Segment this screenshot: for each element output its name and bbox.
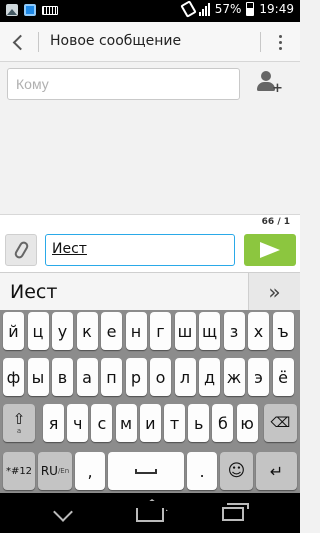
key-letter[interactable]: щ [199, 312, 220, 350]
screen-rotation-icon [179, 0, 197, 18]
navigation-bar [0, 493, 300, 533]
language-label: RU [40, 464, 58, 478]
key-letter[interactable]: у [52, 312, 73, 350]
status-bar: 57% 19:49 [0, 0, 300, 22]
symbols-key[interactable]: *#12 [3, 452, 35, 490]
recipient-input[interactable] [7, 68, 240, 100]
add-contact-icon [261, 71, 271, 81]
key-letter[interactable]: ю [236, 404, 258, 442]
key-letter[interactable]: а [76, 358, 98, 396]
suggestion-word[interactable]: Иест [10, 281, 57, 303]
key-letter[interactable]: ь [188, 404, 210, 442]
key-letter[interactable]: й [3, 312, 24, 350]
back-icon[interactable] [53, 502, 73, 522]
key-letter[interactable]: е [101, 312, 122, 350]
home-icon[interactable] [136, 508, 164, 522]
key-letter[interactable]: к [76, 312, 98, 350]
backspace-icon: ⌫ [270, 415, 291, 431]
signal-icon [198, 2, 210, 16]
key-letter[interactable]: л [174, 358, 196, 396]
key-letter[interactable]: и [139, 404, 161, 442]
gallery-icon [6, 4, 18, 16]
enter-key[interactable]: ↵ [256, 452, 297, 490]
key-letter[interactable]: ф [3, 358, 24, 396]
key-letter[interactable]: э [248, 358, 269, 396]
page-title: Новое сообщение [50, 33, 182, 49]
key-letter[interactable]: т [164, 404, 185, 442]
key-letter[interactable]: ж [223, 358, 245, 396]
comma-key[interactable]: , [75, 452, 105, 490]
key-letter[interactable]: ш [174, 312, 196, 350]
add-contact-button[interactable]: + [256, 70, 283, 96]
key-letter[interactable]: ё [272, 358, 294, 396]
overflow-menu-button[interactable] [268, 30, 292, 54]
send-icon [260, 242, 280, 258]
action-bar-divider [260, 32, 261, 52]
period-key[interactable]: . [187, 452, 217, 490]
shift-icon: ⇧ [12, 409, 26, 428]
suggestion-bar: Иест » [0, 272, 300, 311]
key-letter[interactable]: ч [67, 404, 89, 442]
emoji-icon: ☺ [227, 461, 246, 481]
key-letter[interactable]: н [125, 312, 147, 350]
backspace-key[interactable]: ⌫ [264, 404, 297, 442]
send-button[interactable] [244, 234, 296, 266]
key-letter[interactable]: в [52, 358, 73, 396]
language-sublabel: /En [57, 467, 70, 475]
key-letter[interactable]: м [115, 404, 137, 442]
key-letter[interactable]: п [101, 358, 122, 396]
emoji-key[interactable]: ☺ [220, 452, 253, 490]
key-letter[interactable]: ъ [272, 312, 294, 350]
back-button[interactable] [6, 30, 30, 54]
key-letter[interactable]: с [91, 404, 113, 442]
key-letter[interactable]: о [150, 358, 171, 396]
language-key[interactable]: RU/En [38, 452, 72, 490]
shift-key[interactable]: ⇧ a [3, 404, 35, 442]
app-notification-icon [24, 4, 36, 16]
space-icon [135, 468, 157, 474]
character-counter: 66 / 1 [261, 217, 290, 227]
action-bar: Новое сообщение [0, 22, 300, 62]
key-letter[interactable]: г [150, 312, 171, 350]
system-icons: 57% 19:49 [179, 0, 294, 18]
action-bar-divider [38, 32, 39, 52]
expand-suggestions-button[interactable]: » [249, 273, 300, 311]
notification-icons [6, 4, 58, 16]
clock: 19:49 [259, 2, 294, 16]
key-letter[interactable]: з [223, 312, 245, 350]
attach-button[interactable] [5, 234, 37, 266]
recent-apps-icon[interactable] [222, 503, 249, 521]
overflow-menu-icon [278, 34, 282, 38]
space-key[interactable] [108, 452, 184, 490]
key-letter[interactable]: я [43, 404, 64, 442]
message-input[interactable]: Иест [45, 234, 235, 266]
paperclip-icon [12, 239, 30, 261]
battery-percent: 57% [214, 2, 242, 16]
key-letter[interactable]: х [248, 312, 269, 350]
back-chevron-icon [12, 34, 28, 50]
key-letter[interactable]: ц [27, 312, 49, 350]
shift-sublabel: a [16, 426, 22, 435]
key-letter[interactable]: ы [27, 358, 49, 396]
compose-area: 66 / 1 Иест [0, 214, 300, 272]
keyboard: ⇧ a ⌫ *#12 RU/En , . ☺ ↵ йцукенгшщзхъ фыв… [0, 310, 300, 493]
key-letter[interactable]: д [199, 358, 220, 396]
key-letter[interactable]: р [125, 358, 147, 396]
battery-icon [246, 2, 255, 16]
keyboard-icon [42, 6, 58, 15]
key-letter[interactable]: б [212, 404, 234, 442]
enter-icon: ↵ [269, 461, 284, 481]
